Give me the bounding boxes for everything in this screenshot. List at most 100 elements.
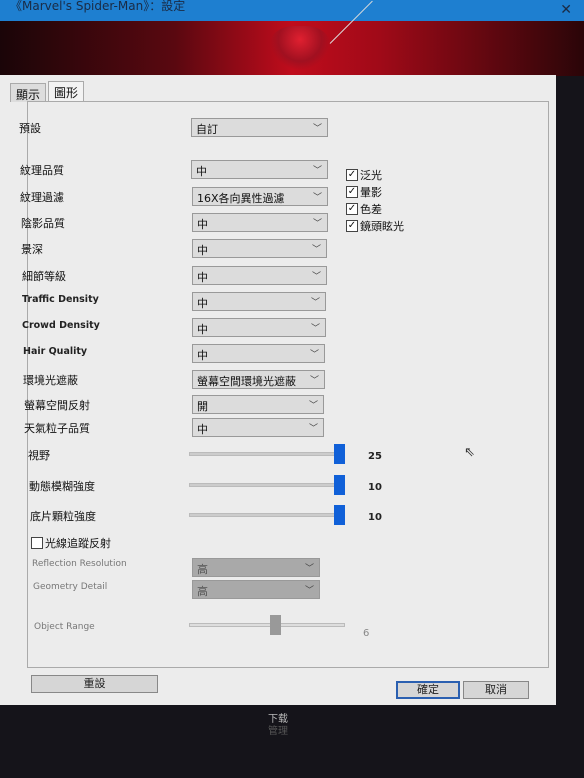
ok-button[interactable]: 確定 (396, 681, 460, 699)
setting-dropdown[interactable]: 16X各向異性過濾 ﹀ (192, 187, 328, 206)
chevron-down-icon: ﹀ (309, 376, 319, 386)
download-label: 下载 (268, 714, 288, 725)
object-range-slider[interactable] (189, 623, 345, 627)
chevron-down-icon: ﹀ (312, 193, 322, 203)
raytracing-checkbox[interactable]: 光線追蹤反射 (31, 535, 111, 551)
dropdown-value: 中 (197, 323, 208, 336)
slider-track[interactable] (189, 513, 345, 517)
chevron-down-icon: ﹀ (311, 272, 321, 282)
dropdown-value: 開 (197, 400, 208, 413)
slider-label: 視野 (28, 449, 50, 462)
settings-dialog: 顯示 圖形 預設 自訂 ﹀ 紋理品質 中 ﹀ 紋理過濾 16X各向異性過濾 ﹀ 陰影品質 … (0, 75, 556, 705)
dropdown-value: 中 (197, 297, 208, 310)
setting-dropdown[interactable]: 中 ﹀ (192, 239, 327, 258)
setting-dropdown[interactable]: 中 ﹀ (192, 213, 328, 232)
dropdown-value: 螢幕空間環境光遮蔽 (197, 375, 296, 388)
checkbox-label: 鏡頭眩光 (360, 220, 404, 233)
tab-display[interactable]: 顯示 (10, 83, 47, 102)
spider-man-image (270, 26, 330, 71)
dropdown-value: 高 (197, 585, 208, 598)
checkbox-label: 泛光 (360, 169, 382, 182)
setting-label: 細節等級 (22, 270, 66, 283)
geometry-detail-label: Geometry Detail (33, 582, 108, 592)
check-icon: ✓ (346, 186, 358, 198)
checkbox-label: 光線追蹤反射 (45, 537, 111, 550)
title-bar: 《Marvel's Spider-Man》：設定 ✕ (0, 0, 584, 21)
window-title: 《Marvel's Spider-Man》：設定 (10, 0, 186, 13)
setting-label: 螢幕空間反射 (24, 399, 90, 412)
setting-label: 紋理品質 (20, 164, 64, 177)
close-icon[interactable]: ✕ (560, 3, 572, 17)
dropdown-value: 中 (196, 165, 207, 178)
dropdown-value: 中 (197, 218, 208, 231)
chevron-down-icon: ﹀ (311, 245, 321, 255)
chevron-down-icon: ﹀ (304, 564, 314, 574)
checkbox-label: 色差 (360, 203, 382, 216)
chevron-down-icon: ﹀ (312, 219, 322, 229)
mouse-cursor-icon: ⇖ (464, 445, 475, 460)
bloom-checkbox[interactable]: ✓ 泛光 (346, 167, 382, 183)
chromatic-aberration-checkbox[interactable]: ✓ 色差 (346, 201, 382, 217)
setting-dropdown[interactable]: 中 ﹀ (191, 160, 328, 179)
slider-value: 25 (368, 451, 382, 462)
slider-thumb[interactable] (334, 505, 345, 525)
setting-label: Traffic Density (22, 294, 99, 305)
setting-label: 陰影品質 (21, 217, 65, 230)
reflection-resolution-label: Reflection Resolution (32, 559, 127, 569)
dropdown-value: 16X各向異性過濾 (197, 192, 285, 205)
dropdown-value: 中 (197, 244, 208, 257)
chevron-down-icon: ﹀ (308, 401, 318, 411)
manage-label: 管理 (268, 726, 288, 737)
slider-thumb[interactable] (334, 475, 345, 495)
check-icon: ✓ (346, 203, 358, 215)
lens-flare-checkbox[interactable]: ✓ 鏡頭眩光 (346, 218, 404, 234)
dropdown-value: 中 (197, 423, 208, 436)
setting-dropdown[interactable]: 開 ﹀ (192, 395, 324, 414)
cancel-button[interactable]: 取消 (463, 681, 529, 699)
setting-dropdown[interactable]: 中 ﹀ (192, 292, 326, 311)
reflection-resolution-dropdown[interactable]: 高 ﹀ (192, 558, 320, 577)
setting-label: 景深 (21, 243, 43, 256)
setting-label: 環境光遮蔽 (23, 374, 78, 387)
checkbox-box (31, 537, 43, 549)
reset-button[interactable]: 重設 (31, 675, 158, 693)
check-icon: ✓ (346, 220, 358, 232)
check-icon: ✓ (346, 169, 358, 181)
tab-graphics[interactable]: 圖形 (48, 81, 85, 102)
setting-dropdown[interactable]: 中 ﹀ (192, 266, 327, 285)
dropdown-value: 高 (197, 563, 208, 576)
slider-label: 底片顆粒強度 (30, 510, 96, 523)
chevron-down-icon: ﹀ (312, 166, 322, 176)
object-range-thumb[interactable] (269, 615, 281, 635)
download-manager-link[interactable]: 下载 管理 (268, 714, 288, 738)
checkbox-label: 暈影 (360, 186, 382, 199)
setting-label: 天氣粒子品質 (24, 422, 90, 435)
dropdown-value: 中 (197, 349, 208, 362)
chevron-down-icon: ﹀ (304, 586, 314, 596)
setting-label: Hair Quality (23, 346, 88, 357)
slider-thumb[interactable] (334, 444, 345, 464)
setting-dropdown[interactable]: 中 ﹀ (192, 418, 324, 437)
preset-dropdown[interactable]: 自訂 ﹀ (191, 118, 328, 137)
slider-label: 動態模糊強度 (29, 480, 95, 493)
dropdown-value: 中 (197, 271, 208, 284)
geometry-detail-dropdown[interactable]: 高 ﹀ (192, 580, 320, 599)
preset-label: 預設 (19, 122, 41, 135)
setting-label: Crowd Density (22, 320, 100, 331)
vignette-checkbox[interactable]: ✓ 暈影 (346, 184, 382, 200)
slider-track[interactable] (189, 452, 345, 456)
chevron-down-icon: ﹀ (308, 424, 318, 434)
slider-track[interactable] (189, 483, 345, 487)
chevron-down-icon: ﹀ (309, 350, 319, 360)
game-banner (0, 0, 584, 76)
chevron-down-icon: ﹀ (310, 298, 320, 308)
setting-dropdown[interactable]: 螢幕空間環境光遮蔽 ﹀ (192, 370, 325, 389)
setting-label: 紋理過濾 (20, 191, 64, 204)
slider-value: 10 (368, 512, 382, 523)
setting-dropdown[interactable]: 中 ﹀ (192, 318, 326, 337)
chevron-down-icon: ﹀ (310, 324, 320, 334)
slider-value: 10 (368, 482, 382, 493)
chevron-down-icon: ﹀ (312, 124, 322, 134)
preset-value: 自訂 (196, 123, 218, 136)
setting-dropdown[interactable]: 中 ﹀ (192, 344, 325, 363)
